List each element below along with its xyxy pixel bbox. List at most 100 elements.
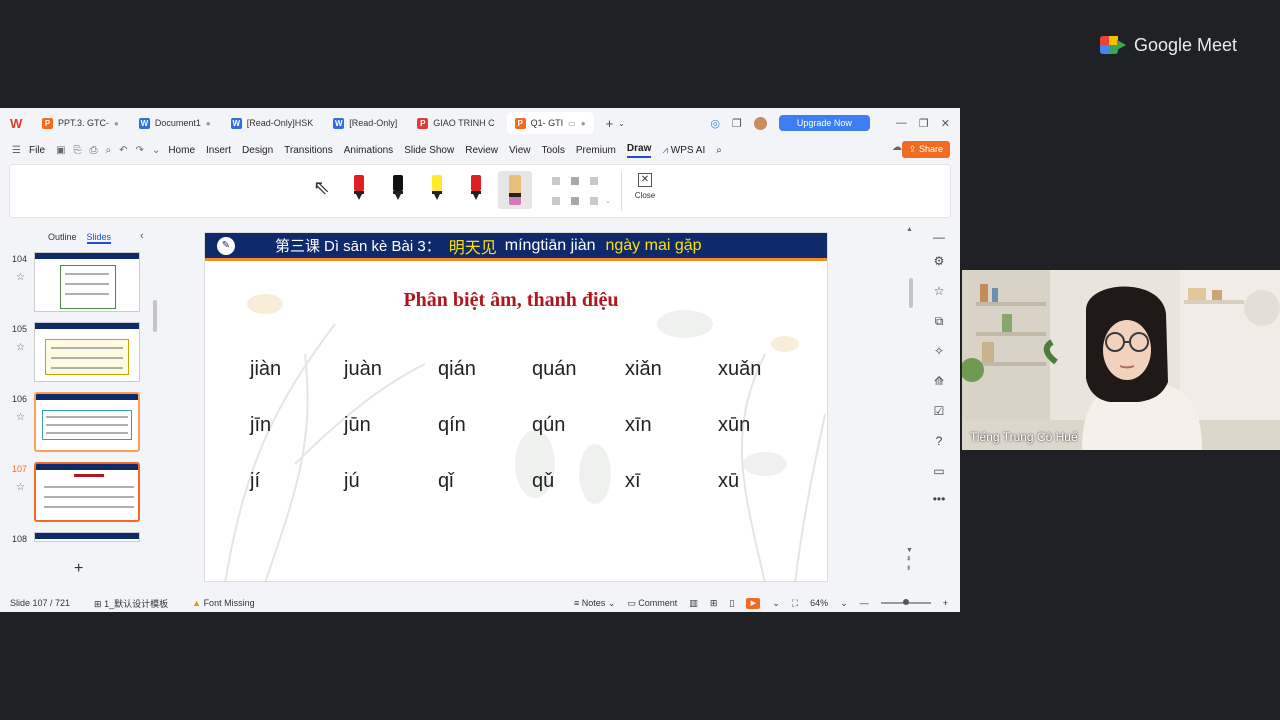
zoom-slider[interactable]: [880, 599, 931, 605]
doc-tab[interactable]: P PPT.3. GTC- ●: [34, 112, 127, 134]
menu-home[interactable]: Home: [168, 145, 195, 156]
menu-view[interactable]: View: [509, 145, 531, 156]
menu-transitions[interactable]: Transitions: [284, 145, 333, 156]
tab-outline[interactable]: Outline: [48, 232, 77, 244]
scroll-down-icon[interactable]: ▼ ⇞ ⇟: [906, 546, 913, 573]
scroll-up-icon[interactable]: ▲: [906, 226, 913, 233]
star-icon[interactable]: ☆: [928, 284, 950, 298]
close-draw-button[interactable]: ✕ Close: [630, 173, 660, 200]
slide-thumbnail[interactable]: 108: [12, 532, 142, 552]
file-menu[interactable]: File: [29, 145, 45, 156]
chevron-down-icon[interactable]: ⌄: [605, 197, 611, 205]
star-icon[interactable]: ☆: [16, 482, 25, 493]
menu-premium[interactable]: Premium: [576, 145, 616, 156]
menu-review[interactable]: Review: [465, 145, 498, 156]
wps-ai-button[interactable]: ⩘ WPS AI: [662, 145, 705, 156]
slide-thumbnail[interactable]: 105 ☆: [12, 322, 142, 384]
copy-icon[interactable]: ⧉: [928, 314, 950, 329]
chevron-down-icon[interactable]: ⌄: [152, 145, 160, 156]
slide-thumbnail-current[interactable]: 107 ☆: [12, 462, 142, 524]
doc-tab[interactable]: P GIAO TRINH C: [409, 112, 502, 134]
redo-icon[interactable]: ↷: [136, 145, 144, 156]
settings-sliders-icon[interactable]: ⚙: [928, 254, 950, 268]
panel-scrollbar[interactable]: [153, 300, 157, 332]
play-slideshow-icon[interactable]: ▶: [746, 597, 761, 609]
slide-thumbnail[interactable]: 104 ☆: [12, 252, 142, 314]
slide-sorter-icon[interactable]: ⊞: [710, 598, 718, 609]
print-preview-icon[interactable]: ⌕: [106, 145, 112, 156]
notes-button[interactable]: ≡ Notes ⌄: [574, 598, 615, 609]
check-icon[interactable]: ☑: [928, 404, 950, 418]
share-button[interactable]: ⇪ Share: [901, 141, 950, 158]
template-name[interactable]: ⊞ 1_默认设计模板: [94, 597, 168, 610]
participant-video-tile[interactable]: Tiếng Trung Cô Huế: [962, 270, 1280, 450]
doc-tab[interactable]: W [Read-Only]: [325, 112, 405, 134]
tab-slides[interactable]: Slides: [86, 232, 112, 244]
canvas-scrollbar[interactable]: ▲ ▼ ⇞ ⇟: [906, 226, 916, 594]
red-pen-tool[interactable]: [352, 175, 366, 205]
wps-logo-icon[interactable]: W: [10, 116, 34, 131]
menu-insert[interactable]: Insert: [206, 145, 231, 156]
shape-option[interactable]: [590, 177, 598, 185]
zoom-knob[interactable]: [902, 599, 909, 605]
hamburger-icon[interactable]: ☰: [12, 145, 21, 156]
more-icon[interactable]: •••: [928, 492, 950, 506]
yellow-highlighter-tool[interactable]: [430, 175, 444, 205]
reading-view-icon[interactable]: ▯: [729, 598, 734, 609]
doc-tab[interactable]: W Document1 ●: [131, 112, 219, 134]
shape-icon[interactable]: ⟰: [928, 374, 950, 388]
undo-icon[interactable]: ↶: [119, 145, 127, 156]
star-icon[interactable]: ☆: [16, 272, 25, 283]
zoom-in-icon[interactable]: +: [943, 598, 948, 608]
chevron-down-icon[interactable]: ⌄: [772, 598, 780, 609]
scroll-thumb[interactable]: [909, 278, 913, 308]
magic-icon[interactable]: ✧: [928, 344, 950, 358]
shape-option[interactable]: [571, 197, 579, 205]
search-icon[interactable]: ⌕: [716, 145, 722, 156]
cloud-upload-icon[interactable]: ☁: [892, 142, 902, 153]
comment-button[interactable]: ▭ Comment: [627, 598, 677, 609]
menu-tools[interactable]: Tools: [542, 145, 565, 156]
unsaved-dot-icon: ●: [205, 118, 211, 128]
slide[interactable]: ✎ 第三课 Dì sān kè Bài 3： 明天见 míngtiān jiàn…: [204, 232, 828, 582]
zoom-level[interactable]: 64%: [810, 598, 828, 608]
collapse-icon[interactable]: —: [928, 230, 950, 244]
doc-tab[interactable]: W [Read-Only]HSK: [223, 112, 322, 134]
help-icon[interactable]: ?: [928, 434, 950, 448]
close-window-icon[interactable]: ✕: [941, 117, 950, 130]
collapse-panel-icon[interactable]: ‹: [140, 230, 144, 242]
save-icon[interactable]: ▣: [56, 145, 65, 156]
shape-option[interactable]: [590, 197, 598, 205]
black-pen-tool[interactable]: [391, 175, 405, 205]
minimize-icon[interactable]: —: [896, 117, 907, 129]
shape-option[interactable]: [552, 177, 560, 185]
slide-thumbnail[interactable]: 106 ☆: [12, 392, 142, 454]
print-icon[interactable]: ⎙: [90, 145, 98, 156]
ai-assistant-icon[interactable]: ◎: [710, 117, 720, 130]
menu-draw[interactable]: Draw: [626, 143, 652, 158]
normal-view-icon[interactable]: ▥: [689, 598, 698, 609]
export-icon[interactable]: ⎘: [74, 145, 82, 156]
font-missing-warning[interactable]: ▲ Font Missing: [192, 598, 254, 608]
select-cursor-icon[interactable]: ⇖: [313, 175, 330, 200]
new-tab-button[interactable]: + ⌄: [598, 112, 633, 134]
eraser-tool[interactable]: [498, 171, 532, 209]
red-highlighter-tool[interactable]: [469, 175, 483, 205]
star-icon[interactable]: ☆: [16, 342, 25, 353]
avatar[interactable]: [753, 116, 767, 130]
comment-icon[interactable]: ▭: [928, 464, 950, 478]
doc-tab-active[interactable]: P Q1- GTI ▭ ●: [506, 112, 594, 134]
window-switch-icon[interactable]: ❐: [732, 117, 742, 130]
add-slide-button[interactable]: +: [74, 560, 83, 578]
restore-icon[interactable]: ❐: [919, 117, 929, 130]
chevron-down-icon[interactable]: ⌄: [840, 598, 848, 609]
shape-option[interactable]: [571, 177, 579, 185]
upgrade-now-button[interactable]: Upgrade Now: [778, 115, 870, 131]
star-icon[interactable]: ☆: [16, 412, 25, 423]
shape-option[interactable]: [552, 197, 560, 205]
menu-design[interactable]: Design: [242, 145, 273, 156]
zoom-out-icon[interactable]: —: [860, 598, 869, 608]
fit-window-icon[interactable]: ⛶: [792, 598, 798, 609]
menu-animations[interactable]: Animations: [344, 145, 393, 156]
menu-slide-show[interactable]: Slide Show: [404, 145, 454, 156]
